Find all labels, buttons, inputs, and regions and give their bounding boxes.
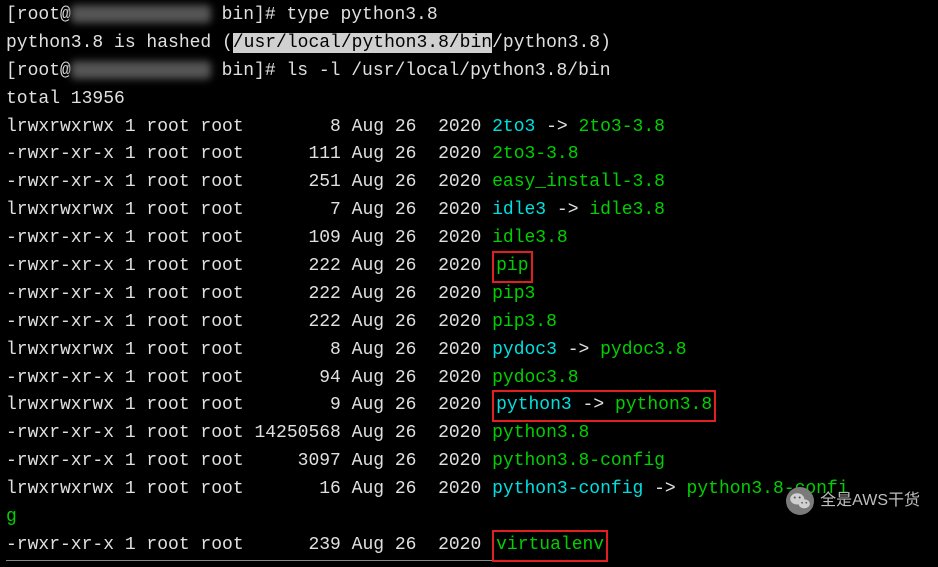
output-total: total 13956 [6, 86, 932, 114]
ls-row: -rwxr-xr-x 1 root root 111 Aug 26 2020 2… [6, 141, 932, 169]
ls-row: -rwxr-xr-x 1 root root 109 Aug 26 2020 i… [6, 225, 932, 253]
output-hash: python3.8 is hashed (/usr/local/python3.… [6, 30, 932, 58]
ls-row: -rwxr-xr-x 1 root root 222 Aug 26 2020 p… [6, 253, 932, 281]
prompt-line-1: [root@ bin]# type python3.8 [6, 2, 932, 30]
ls-row: -rwxr-xr-x 1 root root 239 Aug 26 2020 v… [6, 532, 932, 561]
ls-row: -rwxr-xr-x 1 root root 3097 Aug 26 2020 … [6, 448, 932, 476]
ls-row: lrwxrwxrwx 1 root root 7 Aug 26 2020 idl… [6, 197, 932, 225]
ls-row: -rwxr-xr-x 1 root root 222 Aug 26 2020 p… [6, 309, 932, 337]
ls-row: lrwxrwxrwx 1 root root 8 Aug 26 2020 pyd… [6, 337, 932, 365]
wechat-watermark: 全是AWS干货 [786, 487, 920, 515]
ls-row: -rwxr-xr-x 1 root root 14250568 Aug 26 2… [6, 420, 932, 448]
ls-row: -rwxr-xr-x 1 root root 251 Aug 26 2020 e… [6, 169, 932, 197]
terminal-output[interactable]: [root@ bin]# type python3.8python3.8 is … [6, 2, 932, 561]
ls-row: -rwxr-xr-x 1 root root 94 Aug 26 2020 py… [6, 365, 932, 393]
prompt-line-2: [root@ bin]# ls -l /usr/local/python3.8/… [6, 58, 932, 86]
wechat-label: 全是AWS干货 [820, 489, 920, 514]
ls-row: lrwxrwxrwx 1 root root 8 Aug 26 2020 2to… [6, 114, 932, 142]
ls-row: lrwxrwxrwx 1 root root 9 Aug 26 2020 pyt… [6, 392, 932, 420]
ls-row: -rwxr-xr-x 1 root root 222 Aug 26 2020 p… [6, 281, 932, 309]
wechat-icon [786, 487, 814, 515]
